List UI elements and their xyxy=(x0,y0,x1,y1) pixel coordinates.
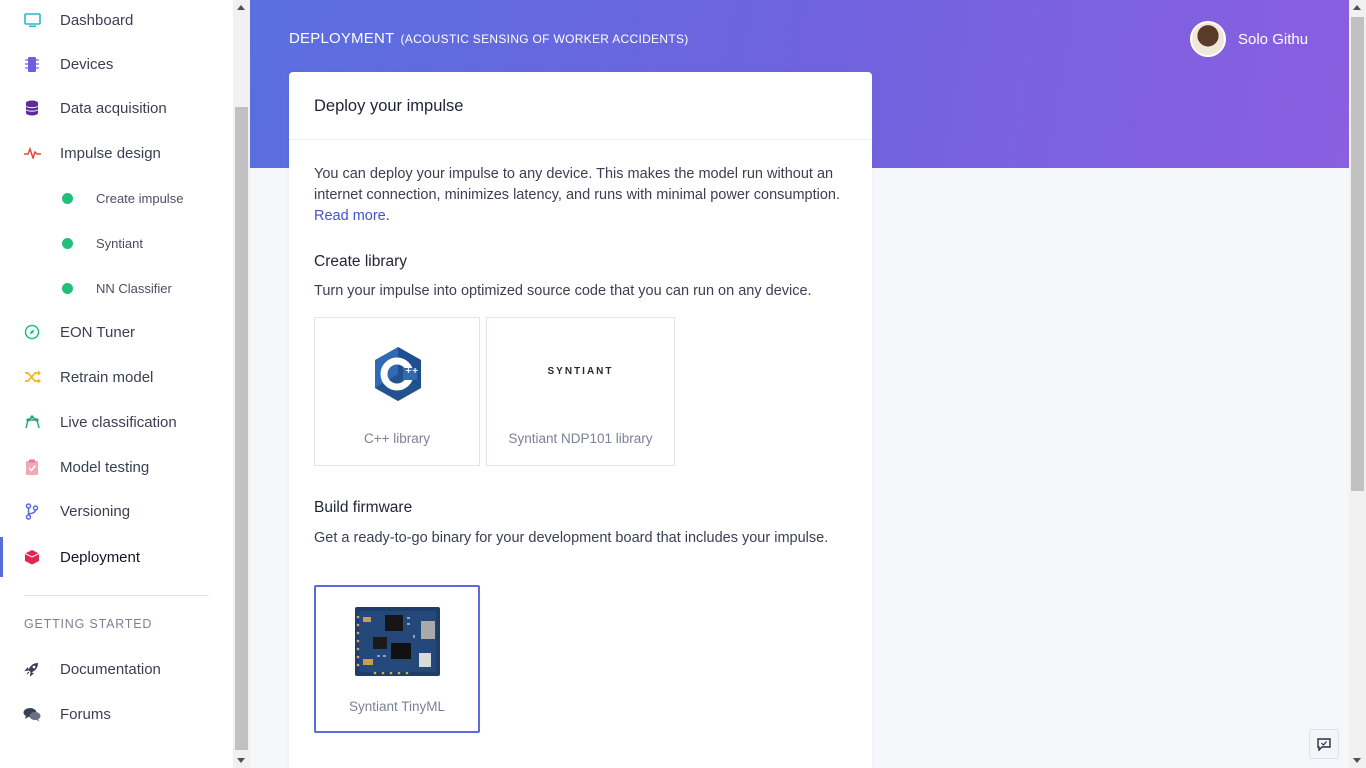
feedback-button[interactable] xyxy=(1309,729,1339,759)
sidebar-item-label: Deployment xyxy=(60,548,141,566)
shuffle-icon xyxy=(23,368,41,386)
compass-icon xyxy=(23,323,41,341)
sidebar-subitem-label: Syntiant xyxy=(96,235,143,251)
sidebar-item-deployment[interactable]: Deployment xyxy=(0,537,233,577)
sidebar-item-devices[interactable]: Devices xyxy=(0,44,233,84)
section-heading: GETTING STARTED xyxy=(24,617,153,631)
page-scrollbar[interactable] xyxy=(1349,0,1366,768)
status-dot xyxy=(62,237,73,249)
sidebar-item-model-testing[interactable]: Model testing xyxy=(0,447,233,487)
user-name[interactable]: Solo Githu xyxy=(1238,31,1308,48)
sidebar-item-data-acquisition[interactable]: Data acquisition xyxy=(0,88,233,128)
create-library-heading: Create library xyxy=(314,253,408,270)
clipboard-check-icon xyxy=(23,458,41,476)
sidebar-subitem-label: NN Classifier xyxy=(96,280,172,296)
sidebar-item-label: Live classification xyxy=(60,413,177,431)
sidebar-scrollbar[interactable] xyxy=(233,0,250,768)
sidebar-item-live-classification[interactable]: Live classification xyxy=(0,402,233,442)
card-divider xyxy=(289,139,872,140)
svg-text:++: ++ xyxy=(405,366,418,375)
sidebar-subitem-create-impulse[interactable]: Create impulse xyxy=(0,180,233,216)
chat-feedback-icon xyxy=(1317,737,1331,751)
build-firmware-description: Get a ready-to-go binary for your develo… xyxy=(314,530,829,546)
syntiant-library-option[interactable]: SYNTIANT Syntiant NDP101 library xyxy=(486,317,675,466)
option-label: Syntiant NDP101 library xyxy=(508,431,653,446)
chat-bubbles-icon xyxy=(23,705,41,723)
sidebar-item-retrain-model[interactable]: Retrain model xyxy=(0,357,233,397)
monitor-icon xyxy=(23,11,41,29)
sidebar-item-dashboard[interactable]: Dashboard xyxy=(0,0,233,40)
syntiant-logo: SYNTIANT xyxy=(547,366,614,377)
sidebar-item-label: Versioning xyxy=(60,502,131,520)
sidebar-item-label: Forums xyxy=(60,705,111,723)
scroll-up-arrow-icon[interactable] xyxy=(1353,5,1361,10)
sidebar-item-versioning[interactable]: Versioning xyxy=(0,491,233,531)
sidebar-item-label: Dashboard xyxy=(60,11,134,29)
page-title-text: DEPLOYMENT xyxy=(289,30,395,47)
option-label: Syntiant TinyML xyxy=(348,699,446,714)
user-menu[interactable]: Solo Githu xyxy=(1190,21,1308,57)
avatar[interactable] xyxy=(1190,21,1226,57)
rocket-icon xyxy=(23,660,41,678)
sidebar-item-eon-tuner[interactable]: EON Tuner xyxy=(0,312,233,352)
database-icon xyxy=(23,99,41,117)
scrollbar-thumb[interactable] xyxy=(235,107,248,750)
sidebar: Dashboard Devices Data acquisition Impul… xyxy=(0,0,233,768)
intro-body: You can deploy your impulse to any devic… xyxy=(314,166,841,203)
sidebar-item-impulse-design[interactable]: Impulse design xyxy=(0,133,233,173)
sidebar-item-label: EON Tuner xyxy=(60,323,136,341)
sidebar-item-label: Impulse design xyxy=(60,144,161,162)
status-dot xyxy=(62,282,73,294)
sidebar-subitem-nn-classifier[interactable]: NN Classifier xyxy=(0,270,233,306)
page-title: DEPLOYMENT (ACOUSTIC SENSING OF WORKER A… xyxy=(289,30,689,47)
dev-board-image xyxy=(355,607,440,676)
card-title: Deploy your impulse xyxy=(314,97,464,115)
sidebar-item-label: Model testing xyxy=(60,458,150,476)
sidebar-subitem-syntiant[interactable]: Syntiant xyxy=(0,225,233,261)
project-name: (ACOUSTIC SENSING OF WORKER ACCIDENTS) xyxy=(400,32,689,46)
chip-icon xyxy=(23,55,41,73)
main-content: DEPLOYMENT (ACOUSTIC SENSING OF WORKER A… xyxy=(250,0,1349,768)
sidebar-item-label: Retrain model xyxy=(60,368,154,386)
deploy-card: Deploy your impulse You can deploy your … xyxy=(289,72,872,768)
scroll-down-arrow-icon[interactable] xyxy=(1353,758,1361,763)
pulse-icon xyxy=(23,144,41,162)
intro-text: You can deploy your impulse to any devic… xyxy=(314,166,841,224)
sidebar-item-label: Data acquisition xyxy=(60,99,167,117)
option-label: C++ library xyxy=(363,431,431,446)
read-more-link[interactable]: Read more xyxy=(314,208,386,224)
cpp-logo-icon: ++ xyxy=(375,347,421,401)
sidebar-item-label: Documentation xyxy=(60,660,161,678)
syntiant-tinyml-option[interactable]: Syntiant TinyML xyxy=(314,585,480,733)
box-icon xyxy=(23,548,41,566)
build-firmware-heading: Build firmware xyxy=(314,499,413,516)
sidebar-divider xyxy=(24,595,209,596)
cpp-library-option[interactable]: ++ C++ library xyxy=(314,317,480,466)
branch-icon xyxy=(23,502,41,520)
graph-icon xyxy=(23,413,41,431)
sidebar-item-documentation[interactable]: Documentation xyxy=(0,649,233,689)
sidebar-subitem-label: Create impulse xyxy=(96,190,184,206)
create-library-description: Turn your impulse into optimized source … xyxy=(314,283,812,299)
sidebar-item-forums[interactable]: Forums xyxy=(0,694,233,734)
scroll-up-arrow-icon[interactable] xyxy=(237,5,245,10)
scroll-down-arrow-icon[interactable] xyxy=(237,758,245,763)
scrollbar-thumb[interactable] xyxy=(1351,17,1364,491)
status-dot xyxy=(62,192,73,204)
sidebar-item-label: Devices xyxy=(60,55,114,73)
